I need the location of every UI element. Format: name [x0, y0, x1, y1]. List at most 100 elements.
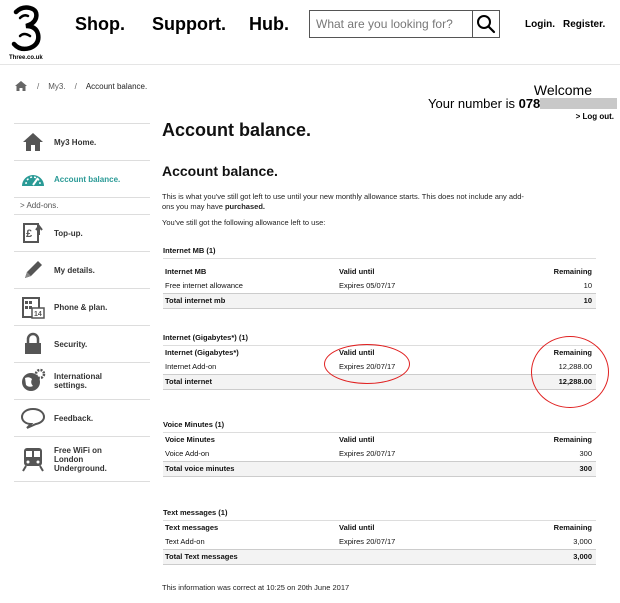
- logout-link[interactable]: > Log out.: [576, 112, 614, 121]
- cell-remaining: 3,000: [573, 537, 592, 546]
- col-header-remaining: Remaining: [553, 348, 592, 357]
- allowance-section-texts: Text messages (1) Text messages Valid un…: [163, 506, 596, 565]
- nav-hub[interactable]: Hub.: [249, 14, 289, 35]
- pencil-icon: [25, 261, 42, 278]
- cell-valid: Expires 05/07/17: [339, 281, 396, 290]
- nav-shop[interactable]: Shop.: [75, 14, 125, 35]
- sidebar-label: Account balance.: [54, 174, 121, 184]
- col-header-name: Internet MB: [165, 267, 207, 276]
- col-header-remaining: Remaining: [553, 267, 592, 276]
- globe-gear-icon: [22, 368, 46, 391]
- home-icon: [23, 133, 43, 151]
- allowance-section-internet-gb: Internet (Gigabytes*) (1) Internet (Giga…: [163, 331, 596, 390]
- sidebar-label: Feedback.: [54, 413, 94, 423]
- three-logo-icon[interactable]: [8, 4, 48, 58]
- intro-text-a: This is what you've still got left to us…: [162, 192, 524, 211]
- total-row: Total voice minutes 300: [163, 461, 596, 477]
- register-link[interactable]: Register.: [563, 19, 605, 30]
- col-header-remaining: Remaining: [553, 435, 592, 444]
- cell-valid: Expires 20/07/17: [339, 537, 396, 546]
- cell-remaining: 10: [583, 281, 592, 290]
- total-value: 3,000: [573, 552, 592, 561]
- sidebar-label: International settings.: [54, 372, 103, 390]
- total-row: Total internet 12,288.00: [163, 374, 596, 390]
- section-heading: Account balance.: [162, 163, 278, 179]
- table-header: Internet (Gigabytes*) Valid until Remain…: [163, 346, 596, 360]
- phone-number-line: Your number is 078: [428, 96, 618, 111]
- section-title: Voice Minutes (1): [163, 418, 596, 433]
- intro-text-2: You've still got the following allowance…: [162, 218, 326, 227]
- breadcrumb-separator: /: [74, 81, 77, 91]
- allowance-section-internet-mb: Internet MB (1) Internet MB Valid until …: [163, 244, 596, 309]
- sidebar-item-add-ons[interactable]: > Add-ons.: [14, 197, 150, 214]
- total-row: Total internet mb 10: [163, 293, 596, 309]
- section-title: Internet MB (1): [163, 244, 596, 259]
- number-redaction: [540, 98, 618, 109]
- cell-valid: Expires 20/07/17: [339, 362, 396, 371]
- svg-text:14: 14: [34, 311, 42, 318]
- login-link[interactable]: Login.: [525, 19, 555, 30]
- col-header-valid: Valid until: [339, 267, 375, 276]
- train-icon: [22, 448, 44, 472]
- table-header: Internet MB Valid until Remaining: [163, 265, 596, 279]
- page-title: Account balance.: [162, 120, 312, 140]
- sidebar-label: Free WiFi on London Underground.: [54, 445, 107, 473]
- svg-text:£: £: [26, 228, 32, 240]
- cell-remaining: 12,288.00: [558, 362, 592, 371]
- sidebar-label: Security.: [54, 339, 88, 349]
- number-prefix: Your number is: [428, 96, 515, 111]
- table-row: Free internet allowance Expires 05/07/17…: [163, 279, 596, 293]
- number-visible: 078: [518, 96, 541, 111]
- sidebar-item-top-up[interactable]: £ Top-up.: [14, 214, 150, 251]
- col-header-name: Internet (Gigabytes*): [165, 348, 239, 357]
- search-icon: [477, 15, 496, 34]
- cell-name: Voice Add-on: [165, 449, 210, 458]
- search-input[interactable]: [309, 10, 473, 38]
- intro-text-bold: purchased.: [224, 202, 265, 211]
- table-header: Text messages Valid until Remaining: [163, 521, 596, 535]
- col-header-valid: Valid until: [339, 435, 375, 444]
- col-header-valid: Valid until: [339, 348, 375, 357]
- col-header-name: Voice Minutes: [165, 435, 215, 444]
- sidebar-item-security[interactable]: Security.: [14, 325, 150, 362]
- sidebar-label: My details.: [54, 265, 95, 275]
- sidebar-item-my-details[interactable]: My details.: [14, 251, 150, 288]
- pound-topup-icon: £: [23, 223, 43, 243]
- calendar-icon: 14: [22, 297, 45, 319]
- search-button[interactable]: [472, 10, 500, 38]
- col-header-remaining: Remaining: [553, 523, 592, 532]
- intro-text: This is what you've still got left to us…: [162, 192, 532, 212]
- sidebar-item-my3-home[interactable]: My3 Home.: [14, 123, 150, 160]
- sidebar-label: Phone & plan.: [54, 302, 108, 312]
- home-icon[interactable]: [14, 80, 28, 92]
- total-value: 300: [579, 464, 592, 473]
- sidebar-item-feedback[interactable]: Feedback.: [14, 399, 150, 436]
- sidebar: My3 Home. Account balance. > Add-ons. £ …: [14, 123, 150, 482]
- last-updated-note: This information was correct at 10:25 on…: [162, 583, 350, 592]
- logo-text: Three.co.uk: [9, 55, 43, 61]
- total-value: 12,288.00: [558, 377, 592, 386]
- cell-remaining: 300: [579, 449, 592, 458]
- sidebar-item-account-balance[interactable]: Account balance.: [14, 160, 150, 197]
- header-divider: [0, 64, 620, 65]
- allowance-section-voice: Voice Minutes (1) Voice Minutes Valid un…: [163, 418, 596, 477]
- breadcrumb-my3[interactable]: My3.: [48, 82, 65, 91]
- section-title: Internet (Gigabytes*) (1): [163, 331, 596, 346]
- sidebar-item-free-wifi[interactable]: Free WiFi on London Underground.: [14, 436, 150, 482]
- sidebar-label: Top-up.: [54, 228, 83, 238]
- sidebar-item-international-settings[interactable]: International settings.: [14, 362, 150, 399]
- cell-name: Free internet allowance: [165, 281, 243, 290]
- nav-support[interactable]: Support.: [152, 14, 226, 35]
- table-row: Voice Add-on Expires 20/07/17 300: [163, 447, 596, 461]
- total-label: Total internet: [165, 377, 212, 386]
- speech-bubble-icon: [20, 407, 46, 429]
- table-row: Internet Add-on Expires 20/07/17 12,288.…: [163, 360, 596, 374]
- sidebar-label: My3 Home.: [54, 137, 97, 147]
- total-label: Total voice minutes: [165, 464, 235, 473]
- total-row: Total Text messages 3,000: [163, 549, 596, 565]
- breadcrumb: / My3. / Account balance.: [14, 78, 147, 94]
- table-header: Voice Minutes Valid until Remaining: [163, 433, 596, 447]
- total-label: Total Text messages: [165, 552, 238, 561]
- site-header: Three.co.uk Shop. Support. Hub. Login. R…: [0, 0, 620, 64]
- sidebar-item-phone-plan[interactable]: 14 Phone & plan.: [14, 288, 150, 325]
